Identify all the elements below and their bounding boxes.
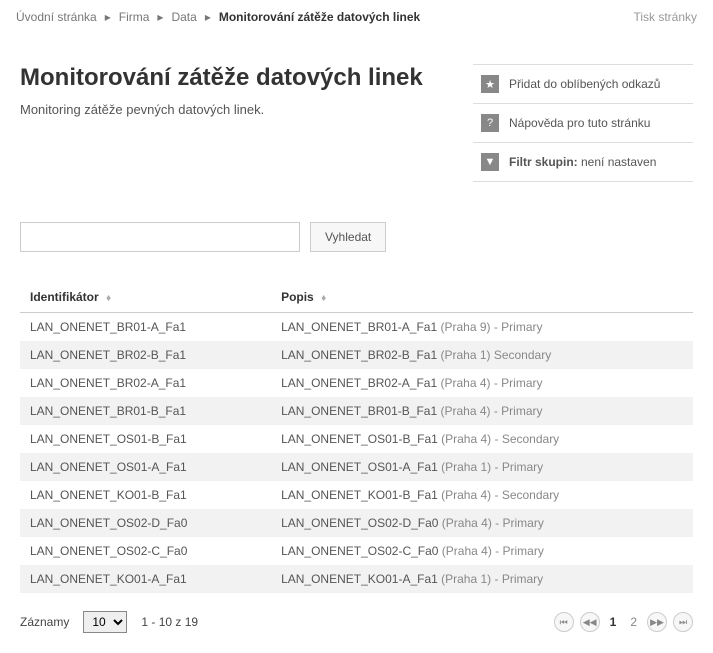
chevron-right-icon: ▸ bbox=[157, 10, 163, 24]
table-row[interactable]: LAN_ONENET_KO01-B_Fa1LAN_ONENET_KO01-B_F… bbox=[20, 481, 693, 509]
page-number-1[interactable]: 1 bbox=[606, 615, 621, 629]
col-header-desc[interactable]: Popis ♦ bbox=[271, 282, 693, 313]
add-favorite-label: Přidat do oblíbených odkazů bbox=[509, 77, 660, 91]
help-action[interactable]: ? Nápověda pro tuto stránku bbox=[473, 104, 693, 143]
desc-main: LAN_ONENET_BR01-A_Fa1 bbox=[281, 320, 437, 334]
desc-main: LAN_ONENET_KO01-B_Fa1 bbox=[281, 488, 438, 502]
filter-action[interactable]: ▼ Filtr skupin: není nastaven bbox=[473, 143, 693, 182]
desc-main: LAN_ONENET_BR02-B_Fa1 bbox=[281, 348, 437, 362]
col-header-id[interactable]: Identifikátor ♦ bbox=[20, 282, 271, 313]
cell-id: LAN_ONENET_BR01-B_Fa1 bbox=[20, 397, 271, 425]
cell-id: LAN_ONENET_BR01-A_Fa1 bbox=[20, 313, 271, 342]
cell-id: LAN_ONENET_OS02-D_Fa0 bbox=[20, 509, 271, 537]
search-button[interactable]: Vyhledat bbox=[310, 222, 386, 252]
table-row[interactable]: LAN_ONENET_OS02-D_Fa0LAN_ONENET_OS02-D_F… bbox=[20, 509, 693, 537]
records-label: Záznamy bbox=[20, 615, 69, 629]
print-page-link[interactable]: Tisk stránky bbox=[633, 10, 697, 24]
side-actions: ★ Přidat do oblíbených odkazů ? Nápověda… bbox=[473, 64, 693, 182]
add-favorite-action[interactable]: ★ Přidat do oblíbených odkazů bbox=[473, 64, 693, 104]
table-row[interactable]: LAN_ONENET_BR01-B_Fa1LAN_ONENET_BR01-B_F… bbox=[20, 397, 693, 425]
cell-desc: LAN_ONENET_BR01-B_Fa1 (Praha 4) - Primar… bbox=[271, 397, 693, 425]
cell-id: LAN_ONENET_BR02-A_Fa1 bbox=[20, 369, 271, 397]
table-row[interactable]: LAN_ONENET_OS02-C_Fa0LAN_ONENET_OS02-C_F… bbox=[20, 537, 693, 565]
cell-desc: LAN_ONENET_KO01-B_Fa1 (Praha 4) - Second… bbox=[271, 481, 693, 509]
table-row[interactable]: LAN_ONENET_OS01-B_Fa1LAN_ONENET_OS01-B_F… bbox=[20, 425, 693, 453]
filter-value: není nastaven bbox=[578, 155, 657, 169]
cell-desc: LAN_ONENET_BR01-A_Fa1 (Praha 9) - Primar… bbox=[271, 313, 693, 342]
sort-icon: ♦ bbox=[321, 293, 326, 304]
page-subtitle: Monitoring zátěže pevných datových linek… bbox=[20, 102, 453, 117]
desc-main: LAN_ONENET_OS02-D_Fa0 bbox=[281, 516, 438, 530]
table-row[interactable]: LAN_ONENET_KO01-A_Fa1LAN_ONENET_KO01-A_F… bbox=[20, 565, 693, 593]
breadcrumb: Úvodní stránka ▸ Firma ▸ Data ▸ Monitoro… bbox=[16, 10, 420, 24]
col-desc-label: Popis bbox=[281, 290, 314, 304]
page-first-button[interactable]: ⏮ bbox=[554, 612, 574, 632]
page-last-button[interactable]: ⏭ bbox=[673, 612, 693, 632]
breadcrumb-link-home[interactable]: Úvodní stránka bbox=[16, 10, 97, 24]
help-icon: ? bbox=[481, 114, 499, 132]
filter-label: Filtr skupin: bbox=[509, 155, 578, 169]
cell-id: LAN_ONENET_BR02-B_Fa1 bbox=[20, 341, 271, 369]
page-next-button[interactable]: ▶▶ bbox=[647, 612, 667, 632]
desc-main: LAN_ONENET_KO01-A_Fa1 bbox=[281, 572, 438, 586]
desc-main: LAN_ONENET_BR02-A_Fa1 bbox=[281, 376, 437, 390]
pagination: ⏮ ◀◀ 1 2 ▶▶ ⏭ bbox=[554, 612, 693, 632]
page-title: Monitorování zátěže datových linek bbox=[20, 64, 453, 92]
desc-sub: (Praha 4) - Primary bbox=[438, 544, 543, 558]
desc-main: LAN_ONENET_OS02-C_Fa0 bbox=[281, 544, 438, 558]
table-row[interactable]: LAN_ONENET_OS01-A_Fa1LAN_ONENET_OS01-A_F… bbox=[20, 453, 693, 481]
desc-main: LAN_ONENET_OS01-A_Fa1 bbox=[281, 460, 438, 474]
cell-desc: LAN_ONENET_BR02-B_Fa1 (Praha 1) Secondar… bbox=[271, 341, 693, 369]
search-input[interactable] bbox=[20, 222, 300, 252]
filter-text: Filtr skupin: není nastaven bbox=[509, 155, 656, 169]
cell-desc: LAN_ONENET_OS01-A_Fa1 (Praha 1) - Primar… bbox=[271, 453, 693, 481]
col-id-label: Identifikátor bbox=[30, 290, 99, 304]
desc-sub: (Praha 4) - Primary bbox=[437, 404, 542, 418]
breadcrumb-link-data[interactable]: Data bbox=[171, 10, 196, 24]
desc-sub: (Praha 1) - Primary bbox=[438, 572, 543, 586]
desc-sub: (Praha 1) Secondary bbox=[437, 348, 551, 362]
page-prev-button[interactable]: ◀◀ bbox=[580, 612, 600, 632]
desc-main: LAN_ONENET_OS01-B_Fa1 bbox=[281, 432, 438, 446]
cell-id: LAN_ONENET_OS02-C_Fa0 bbox=[20, 537, 271, 565]
cell-desc: LAN_ONENET_OS01-B_Fa1 (Praha 4) - Second… bbox=[271, 425, 693, 453]
cell-desc: LAN_ONENET_KO01-A_Fa1 (Praha 1) - Primar… bbox=[271, 565, 693, 593]
desc-sub: (Praha 4) - Secondary bbox=[438, 488, 559, 502]
cell-id: LAN_ONENET_KO01-A_Fa1 bbox=[20, 565, 271, 593]
desc-sub: (Praha 1) - Primary bbox=[438, 460, 543, 474]
cell-desc: LAN_ONENET_BR02-A_Fa1 (Praha 4) - Primar… bbox=[271, 369, 693, 397]
cell-id: LAN_ONENET_OS01-A_Fa1 bbox=[20, 453, 271, 481]
sort-icon: ♦ bbox=[106, 293, 111, 304]
cell-id: LAN_ONENET_OS01-B_Fa1 bbox=[20, 425, 271, 453]
help-label: Nápověda pro tuto stránku bbox=[509, 116, 650, 130]
records-range: 1 - 10 z 19 bbox=[141, 615, 198, 629]
cell-id: LAN_ONENET_KO01-B_Fa1 bbox=[20, 481, 271, 509]
desc-sub: (Praha 9) - Primary bbox=[437, 320, 542, 334]
cell-desc: LAN_ONENET_OS02-D_Fa0 (Praha 4) - Primar… bbox=[271, 509, 693, 537]
per-page-select[interactable]: 10 bbox=[83, 611, 127, 633]
desc-sub: (Praha 4) - Primary bbox=[438, 516, 543, 530]
desc-sub: (Praha 4) - Primary bbox=[437, 376, 542, 390]
data-table: Identifikátor ♦ Popis ♦ LAN_ONENET_BR01-… bbox=[20, 282, 693, 593]
chevron-right-icon: ▸ bbox=[105, 10, 111, 24]
page-number-2[interactable]: 2 bbox=[626, 615, 641, 629]
chevron-right-icon: ▸ bbox=[205, 10, 211, 24]
breadcrumb-link-firma[interactable]: Firma bbox=[119, 10, 150, 24]
star-icon: ★ bbox=[481, 75, 499, 93]
table-row[interactable]: LAN_ONENET_BR01-A_Fa1LAN_ONENET_BR01-A_F… bbox=[20, 313, 693, 342]
desc-main: LAN_ONENET_BR01-B_Fa1 bbox=[281, 404, 437, 418]
breadcrumb-current: Monitorování zátěže datových linek bbox=[219, 10, 420, 24]
table-row[interactable]: LAN_ONENET_BR02-A_Fa1LAN_ONENET_BR02-A_F… bbox=[20, 369, 693, 397]
cell-desc: LAN_ONENET_OS02-C_Fa0 (Praha 4) - Primar… bbox=[271, 537, 693, 565]
filter-icon: ▼ bbox=[481, 153, 499, 171]
table-row[interactable]: LAN_ONENET_BR02-B_Fa1LAN_ONENET_BR02-B_F… bbox=[20, 341, 693, 369]
desc-sub: (Praha 4) - Secondary bbox=[438, 432, 559, 446]
